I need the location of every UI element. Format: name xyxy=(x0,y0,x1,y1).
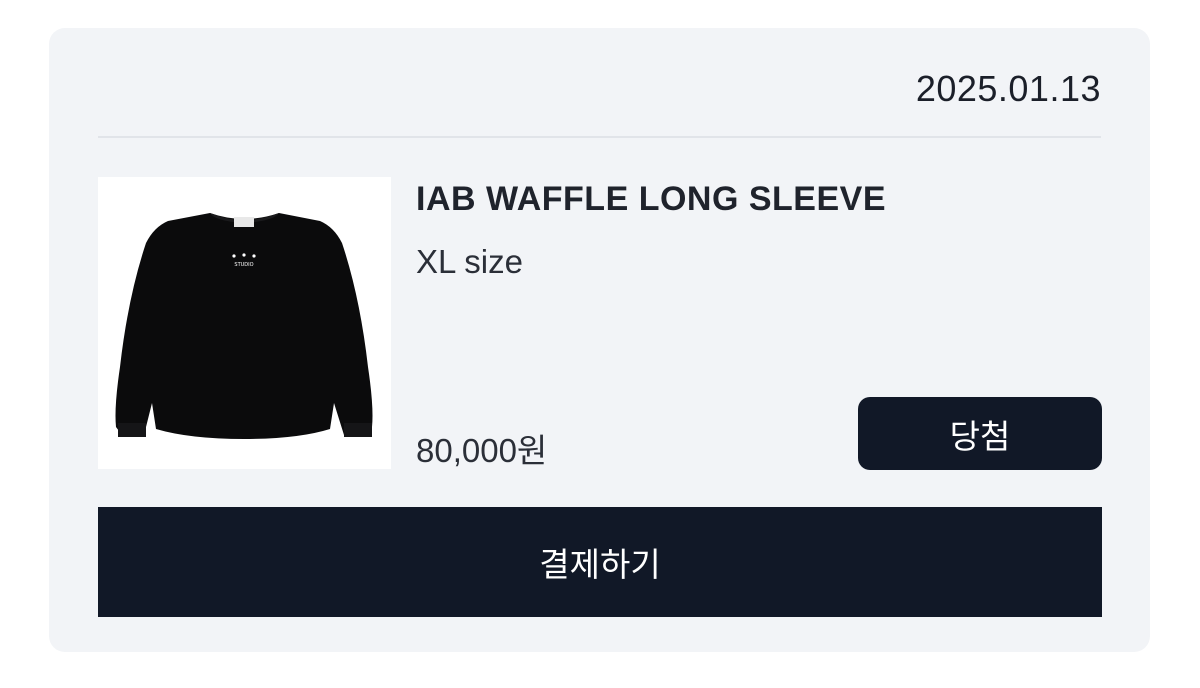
order-date: 2025.01.13 xyxy=(915,68,1101,109)
status-badge: 당첨 xyxy=(858,397,1102,470)
divider xyxy=(98,136,1101,138)
pay-button[interactable]: 결제하기 xyxy=(98,507,1102,617)
product-name: IAB WAFFLE LONG SLEEVE xyxy=(416,180,887,218)
shirt-illustration: STUDIO xyxy=(115,213,373,439)
product-option: XL size xyxy=(416,243,523,280)
order-card: 2025.01.13 STUDIO IAB WAFFLE LONG SLEEVE… xyxy=(49,28,1150,652)
shirt-logo: STUDIO xyxy=(234,262,253,268)
product-price: 80,000원 xyxy=(416,432,548,469)
product-image[interactable]: STUDIO xyxy=(98,177,391,469)
